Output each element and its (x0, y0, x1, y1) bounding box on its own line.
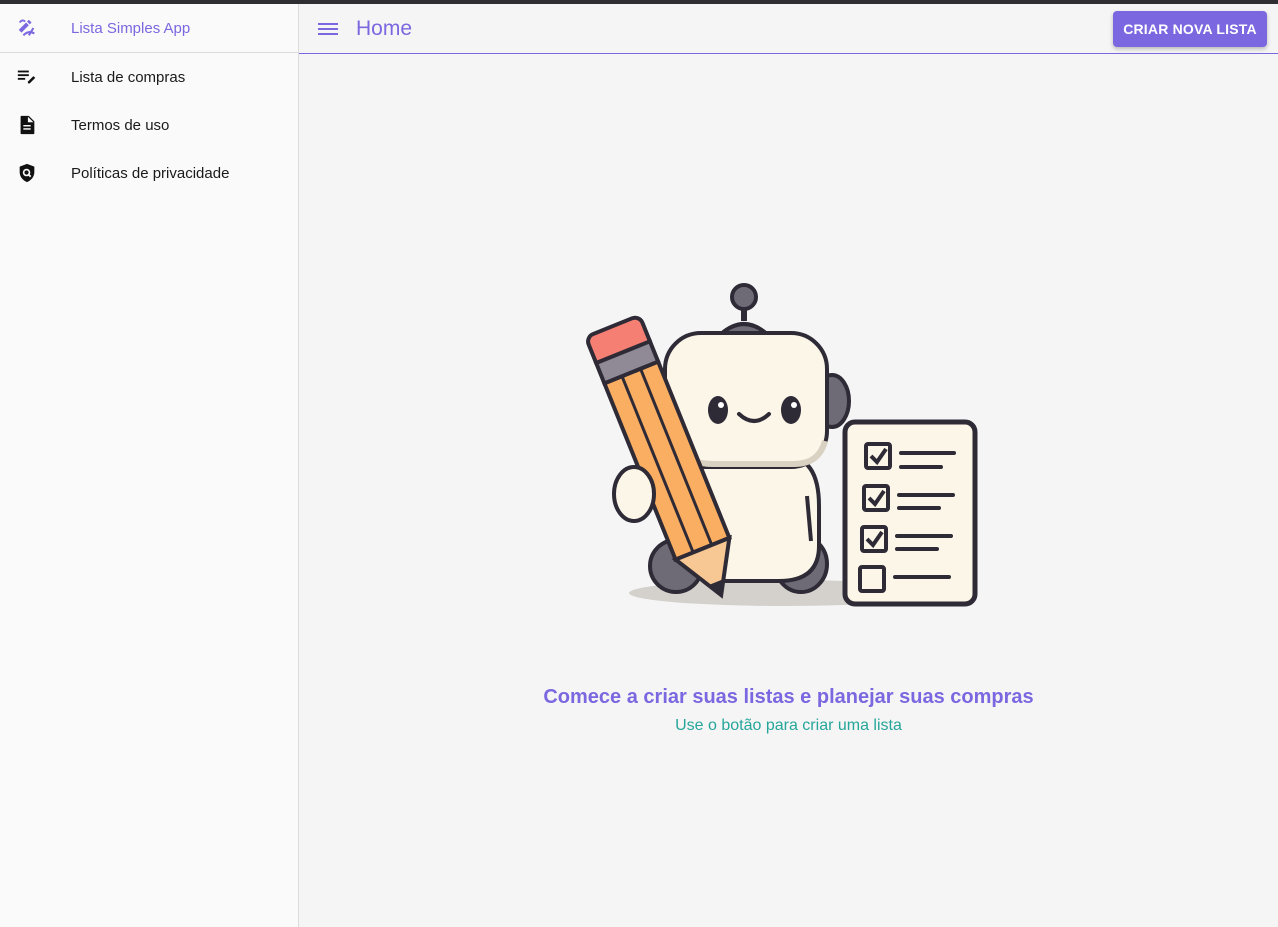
sidebar-item-label: Lista de compras (71, 68, 186, 86)
sidebar-item-politicas-de-privacidade[interactable]: Políticas de privacidade (0, 149, 298, 197)
sidebar-item-lista-de-compras[interactable]: Lista de compras (0, 53, 298, 101)
main-content: Home CRIAR NOVA LISTA Comece a criar sua… (299, 4, 1278, 927)
playlist-edit-icon (0, 66, 54, 88)
app-bar: Home CRIAR NOVA LISTA (299, 4, 1278, 54)
app-logo-icon (0, 17, 54, 39)
sidebar-header-app[interactable]: Lista Simples App (0, 4, 298, 53)
sidebar-item-termos-de-uso[interactable]: Termos de uso (0, 101, 298, 149)
sidebar-item-label: Políticas de privacidade (71, 164, 230, 182)
app-name: Lista Simples App (71, 19, 191, 37)
sidebar: Lista Simples App Lista de compras Termo… (0, 4, 299, 927)
shield-search-icon (0, 162, 54, 184)
create-new-list-button[interactable]: CRIAR NOVA LISTA (1113, 11, 1267, 47)
page-title: Home (356, 16, 413, 40)
menu-icon (318, 22, 338, 35)
empty-state-subtitle: Use o botão para criar uma lista (675, 717, 902, 734)
sidebar-item-label: Termos de uso (71, 116, 170, 134)
empty-state-illustration (579, 276, 999, 616)
empty-state-title: Comece a criar suas listas e planejar su… (543, 686, 1034, 708)
document-icon (0, 114, 54, 136)
menu-button[interactable] (316, 17, 340, 41)
